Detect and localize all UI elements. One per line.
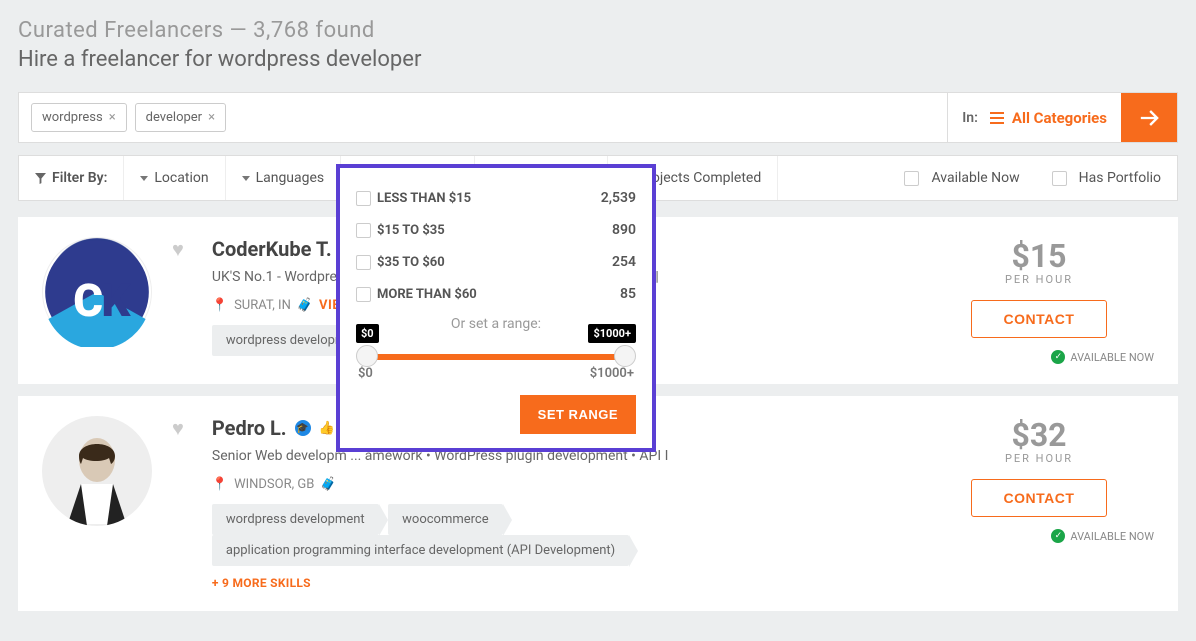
in-label: In:: [962, 110, 978, 126]
range-min-label: $0: [358, 366, 373, 381]
freelancer-name[interactable]: CoderKube T.: [212, 237, 332, 261]
rate-option-label: MORE THAN $60: [377, 287, 620, 302]
results-subtitle: Hire a freelancer for wordpress develope…: [18, 47, 1178, 72]
per-hour-rate-dropdown: LESS THAN $15 2,539 $15 TO $35 890 $35 T…: [336, 164, 656, 452]
checkbox-icon[interactable]: [904, 171, 919, 186]
more-skills-link[interactable]: + 9 MORE SKILLS: [212, 576, 311, 590]
filter-by-label: Filter By:: [19, 156, 124, 200]
search-submit-button[interactable]: [1121, 93, 1177, 142]
range-min-badge: $0: [356, 324, 379, 343]
search-tag-label: wordpress: [42, 110, 103, 125]
filter-spacer: [778, 156, 888, 200]
results-count-header: Curated Freelancers — 3,768 found: [18, 18, 1178, 43]
contact-button[interactable]: CONTACT: [971, 479, 1108, 517]
rate-option-count: 2,539: [601, 190, 636, 206]
price-unit: PER HOUR: [1005, 273, 1073, 286]
checkbox-icon[interactable]: [1052, 171, 1067, 186]
svg-text:C: C: [73, 275, 103, 328]
checkbox-icon[interactable]: [356, 191, 371, 206]
rate-option-row[interactable]: MORE THAN $60 85: [356, 278, 636, 310]
range-max-label: $1000+: [590, 366, 634, 381]
range-handle-max[interactable]: [614, 345, 636, 367]
rate-option-row[interactable]: LESS THAN $15 2,539: [356, 182, 636, 214]
avatar[interactable]: [42, 416, 152, 526]
availability-badge: ✓ AVAILABLE NOW: [1051, 529, 1154, 543]
filter-location[interactable]: Location: [124, 156, 225, 200]
range-handle-min[interactable]: [356, 345, 378, 367]
rate-option-label: LESS THAN $15: [377, 191, 601, 206]
pin-icon: 📍: [212, 477, 228, 492]
rate-option-label: $15 TO $35: [377, 223, 612, 238]
range-max-badge: $1000+: [588, 324, 636, 343]
contact-button[interactable]: CONTACT: [971, 300, 1108, 338]
rate-option-count: 85: [620, 286, 636, 302]
briefcase-icon: 🧳: [297, 298, 313, 313]
set-range-button[interactable]: SET RANGE: [520, 395, 636, 434]
chevron-down-icon: [140, 176, 148, 181]
arrow-right-icon: [1135, 104, 1163, 132]
checkbox-icon[interactable]: [356, 287, 371, 302]
freelancer-location: WINDSOR, GB: [234, 477, 314, 492]
close-icon[interactable]: ×: [208, 110, 215, 125]
checkbox-icon[interactable]: [356, 255, 371, 270]
pin-icon: 📍: [212, 298, 228, 313]
rate-option-row[interactable]: $15 TO $35 890: [356, 214, 636, 246]
check-circle-icon: ✓: [1051, 350, 1065, 364]
filter-icon: [35, 173, 46, 184]
price: $15: [1011, 237, 1066, 275]
filter-available-now[interactable]: Available Now: [888, 156, 1035, 200]
search-tag-wordpress[interactable]: wordpress ×: [31, 103, 127, 132]
chevron-down-icon: [242, 176, 250, 181]
freelancer-location: SURAT, IN: [234, 298, 291, 313]
checkbox-icon[interactable]: [356, 223, 371, 238]
check-circle-icon: ✓: [1051, 529, 1065, 543]
thumbs-up-icon: 👍: [319, 421, 335, 436]
list-icon: [990, 112, 1004, 124]
skill-chip-row: wordpress development woocommerce applic…: [212, 504, 904, 566]
heart-icon[interactable]: ♥: [172, 416, 184, 591]
rate-option-count: 890: [612, 222, 636, 238]
heart-icon[interactable]: ♥: [172, 237, 184, 364]
search-tag-developer[interactable]: developer ×: [135, 103, 226, 132]
categories-label: All Categories: [1012, 109, 1107, 127]
skill-chip[interactable]: wordpress development: [212, 504, 379, 535]
rate-option-count: 254: [612, 254, 636, 270]
card-right: $32 PER HOUR CONTACT ✓ AVAILABLE NOW: [924, 416, 1154, 591]
card-right: $15 PER HOUR CONTACT ✓ AVAILABLE NOW: [924, 237, 1154, 364]
range-scale-labels: $0 $1000+: [358, 366, 634, 381]
rate-option-row[interactable]: $35 TO $60 254: [356, 246, 636, 278]
all-categories-link[interactable]: All Categories: [990, 109, 1107, 127]
rate-option-label: $35 TO $60: [377, 255, 612, 270]
range-slider[interactable]: $0 $1000+: [364, 354, 628, 360]
svg-text:K: K: [101, 275, 131, 328]
availability-badge: ✓ AVAILABLE NOW: [1051, 350, 1154, 364]
filter-has-portfolio[interactable]: Has Portfolio: [1036, 156, 1177, 200]
price: $32: [1011, 416, 1066, 454]
verified-badge-icon: 🎓: [295, 420, 311, 436]
avatar[interactable]: CK: [42, 237, 152, 347]
search-bar: wordpress × developer × In: All Categori…: [18, 92, 1178, 143]
search-tag-label: developer: [146, 110, 202, 125]
close-icon[interactable]: ×: [109, 110, 116, 125]
freelancer-meta: 📍 WINDSOR, GB 🧳: [212, 477, 904, 492]
freelancer-name[interactable]: Pedro L.: [212, 416, 287, 440]
filter-languages[interactable]: Languages: [226, 156, 342, 200]
search-tags-area[interactable]: wordpress × developer ×: [19, 93, 947, 142]
skill-chip[interactable]: application programming interface develo…: [212, 535, 629, 566]
search-category-area: In: All Categories: [947, 93, 1121, 142]
briefcase-icon: 🧳: [320, 477, 336, 492]
price-unit: PER HOUR: [1005, 452, 1073, 465]
skill-chip[interactable]: woocommerce: [388, 504, 503, 535]
